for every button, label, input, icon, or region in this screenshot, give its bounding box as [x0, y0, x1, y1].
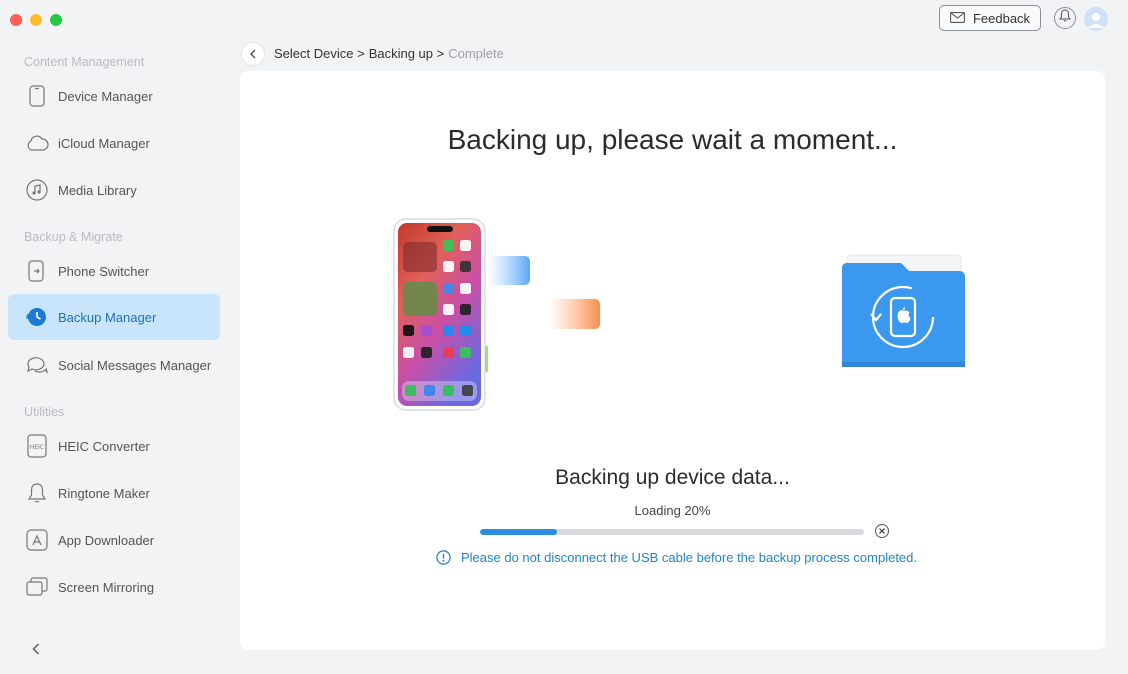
close-icon — [879, 528, 885, 534]
music-icon — [25, 178, 49, 202]
progress-label: Loading 20% — [634, 503, 711, 518]
progress-bar — [480, 529, 864, 535]
collapse-sidebar-button[interactable] — [28, 640, 44, 658]
section-backup-migrate: Backup & Migrate — [24, 230, 123, 244]
window-controls — [10, 14, 62, 26]
heic-icon: HEIC — [25, 434, 49, 458]
backup-status-title: Backing up device data... — [555, 466, 790, 489]
sidebar-item-label: Ringtone Maker — [58, 485, 150, 501]
sidebar-item-label: Screen Mirroring — [58, 579, 155, 595]
section-content-management: Content Management — [24, 55, 145, 69]
backup-folder-icon — [841, 254, 967, 373]
chevron-left-icon — [32, 643, 39, 655]
sidebar-item-phone-switcher[interactable]: Phone Switcher — [8, 248, 220, 294]
notifications-button[interactable] — [1054, 7, 1076, 29]
backup-clock-icon — [25, 305, 49, 329]
section-utilities: Utilities — [24, 405, 65, 419]
sidebar-item-label: iCloud Manager — [58, 135, 150, 151]
sidebar-item-screen-mirroring[interactable]: Screen Mirroring — [8, 564, 220, 610]
main-panel: Backing up, please wait a moment... Back… — [240, 71, 1105, 650]
sidebar-item-ringtone-maker[interactable]: Ringtone Maker — [8, 470, 220, 516]
info-icon — [436, 550, 451, 565]
app-store-icon — [25, 528, 49, 552]
user-avatar[interactable] — [1084, 7, 1108, 31]
close-window-button[interactable] — [10, 14, 22, 26]
sidebar-item-label: Media Library — [58, 182, 137, 198]
mail-icon — [950, 11, 965, 26]
bell-icon — [1059, 9, 1071, 27]
sidebar-item-label: App Downloader — [58, 532, 155, 548]
cancel-backup-button[interactable] — [875, 524, 889, 538]
chat-bubbles-icon — [25, 353, 49, 377]
sidebar-item-media-library[interactable]: Media Library — [8, 167, 220, 213]
sidebar-item-heic-converter[interactable]: HEIC HEIC Converter — [8, 423, 220, 469]
maximize-window-button[interactable] — [50, 14, 62, 26]
sidebar-item-label: Device Manager — [58, 88, 153, 104]
sidebar-item-social-messages-manager[interactable]: Social Messages Manager — [8, 342, 220, 388]
cloud-icon — [25, 131, 49, 155]
chevron-left-icon — [250, 49, 256, 59]
sidebar-item-label: Phone Switcher — [58, 263, 150, 279]
sidebar: Content Management Device Manager iCloud… — [0, 40, 232, 674]
sidebar-item-label: Social Messages Manager — [58, 357, 212, 373]
sidebar-item-label: HEIC Converter — [58, 438, 150, 454]
page-title: Backing up, please wait a moment... — [447, 124, 898, 155]
sidebar-item-backup-manager[interactable]: Backup Manager — [8, 294, 220, 340]
sidebar-item-device-manager[interactable]: Device Manager — [8, 73, 220, 119]
bell-icon — [25, 481, 49, 505]
breadcrumb-backing-up: Backing up > — [368, 46, 445, 61]
user-icon — [1084, 7, 1108, 31]
phone-switch-icon — [25, 259, 49, 283]
phone-icon — [25, 84, 49, 108]
usb-warning-text: Please do not disconnect the USB cable b… — [461, 550, 918, 565]
sidebar-item-app-downloader[interactable]: App Downloader — [8, 517, 220, 563]
breadcrumb-select-device: Select Device > — [274, 46, 365, 61]
svg-text:HEIC: HEIC — [30, 444, 44, 451]
usb-warning: Please do not disconnect the USB cable b… — [436, 550, 917, 565]
minimize-window-button[interactable] — [30, 14, 42, 26]
screen-mirror-icon — [25, 575, 49, 599]
sidebar-item-label: Backup Manager — [58, 309, 157, 325]
feedback-label: Feedback — [972, 10, 1031, 26]
back-button[interactable] — [241, 42, 265, 66]
breadcrumb: Select Device > Backing up > Complete — [274, 46, 504, 61]
breadcrumb-complete: Complete — [448, 46, 504, 61]
feedback-button[interactable]: Feedback — [939, 5, 1041, 31]
progress-fill — [480, 529, 557, 535]
sidebar-item-icloud-manager[interactable]: iCloud Manager — [8, 120, 220, 166]
phone-illustration — [393, 218, 608, 418]
